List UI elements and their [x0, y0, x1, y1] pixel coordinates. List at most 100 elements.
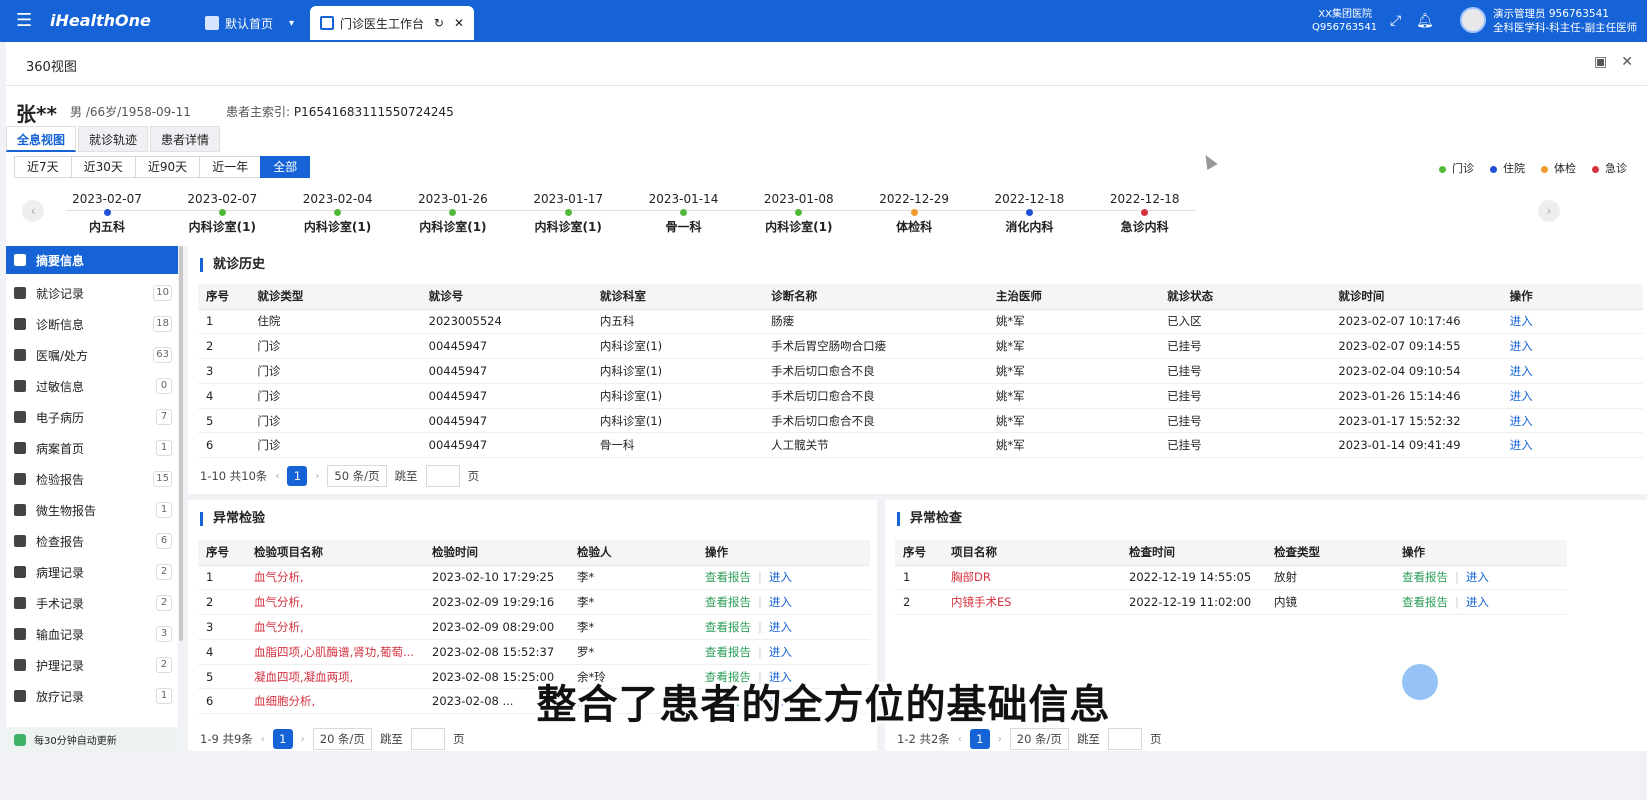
range-90d[interactable]: 近90天: [134, 156, 201, 178]
item-name-link[interactable]: 血气分析,: [246, 565, 424, 591]
sidebar-item[interactable]: 病案首页 1: [6, 434, 178, 462]
timeline-node[interactable]: 2022-12-29 体检科: [859, 192, 969, 235]
timeline-node[interactable]: 2023-02-07 内五科: [52, 192, 162, 235]
table-row[interactable]: 3 门诊 00445947 内科诊室(1) 手术后切口愈合不良 姚*军 已挂号 2023-02…: [198, 358, 1643, 384]
range-7d[interactable]: 近7天: [14, 156, 72, 178]
enter-link[interactable]: 进入: [1466, 570, 1489, 584]
view-report-link[interactable]: 查看报告: [705, 595, 751, 609]
table-row[interactable]: 1 住院 2023005524 内五科 肠瘘 姚*军 已入区 2023-02-07 10:17…: [198, 309, 1643, 335]
abnormal-exam-table: 序号 项目名称 检查时间 检查类型 操作 1 胸部DR 2022-12-19 14:55:05…: [895, 540, 1567, 616]
close-tab-icon[interactable]: ✕: [454, 16, 464, 30]
sidebar-item[interactable]: 就诊记录 10: [6, 279, 178, 307]
chevron-right-icon[interactable]: ›: [315, 471, 319, 482]
pager-current-page[interactable]: 1: [287, 466, 308, 486]
enter-link[interactable]: 进入: [1501, 408, 1643, 434]
timeline-node[interactable]: 2023-02-04 内科诊室(1): [283, 192, 393, 235]
sidebar-item[interactable]: 手术记录 2: [6, 589, 178, 617]
table-row[interactable]: 4 门诊 00445947 内科诊室(1) 手术后切口愈合不良 姚*军 已挂号 2023-01…: [198, 383, 1643, 409]
enter-link[interactable]: 进入: [1501, 358, 1643, 384]
item-name-link[interactable]: 胸部DR: [943, 565, 1121, 591]
chevron-right-icon[interactable]: ›: [998, 734, 1002, 745]
table-row[interactable]: 3 血气分析, 2023-02-09 08:29:00 李* 查看报告 | 进入: [198, 614, 870, 640]
range-1y[interactable]: 近一年: [199, 156, 262, 178]
pager-goto-input[interactable]: [1107, 728, 1142, 750]
menu-icon[interactable]: ☰: [16, 12, 32, 30]
user-info[interactable]: 演示管理员 956763541 全科医学科-科主任-副主任医师: [1493, 7, 1637, 35]
table-row[interactable]: 5 门诊 00445947 内科诊室(1) 手术后切口愈合不良 姚*军 已挂号 2023-01…: [198, 408, 1643, 434]
timeline-next-button[interactable]: ›: [1538, 200, 1560, 222]
sidebar-item[interactable]: 过敏信息 0: [6, 372, 178, 400]
fullscreen-icon[interactable]: ⤢: [1390, 13, 1401, 29]
table-row[interactable]: 6 门诊 00445947 骨一科 人工髋关节 姚*军 已挂号 2023-01-14 09:4…: [198, 432, 1643, 459]
sidebar-item[interactable]: 检查报告 6: [6, 527, 178, 555]
range-all[interactable]: 全部: [260, 156, 311, 178]
table-row[interactable]: 4 血脂四项,心肌酶谱,肾功,葡萄... 2023-02-08 15:52:37 罗*…: [198, 639, 870, 665]
sidebar-item[interactable]: 输血记录 3: [6, 620, 178, 648]
chevron-left-icon[interactable]: ‹: [261, 734, 265, 745]
view-report-link[interactable]: 查看报告: [1402, 595, 1448, 609]
table-row[interactable]: 2 门诊 00445947 内科诊室(1) 手术后胃空肠吻合口瘘 姚*军 已挂号 2023-0…: [198, 333, 1643, 360]
bell-icon[interactable]: 🔔︎: [1416, 13, 1434, 29]
sidebar-item[interactable]: 电子病历 7: [6, 403, 178, 431]
tab-visit-track[interactable]: 就诊轨迹: [78, 126, 149, 152]
maximize-icon[interactable]: ▣: [1594, 54, 1607, 70]
pager-size-select[interactable]: 50 条/页: [327, 465, 387, 487]
avatar[interactable]: [1460, 7, 1486, 33]
tab-home[interactable]: 默认首页 ▾: [195, 6, 304, 40]
sidebar-item[interactable]: 微生物报告 1: [6, 496, 178, 524]
enter-link[interactable]: 进入: [769, 620, 792, 634]
enter-link[interactable]: 进入: [1466, 595, 1489, 609]
table-row[interactable]: 1 血气分析, 2023-02-10 17:29:25 李* 查看报告 | 进入: [198, 565, 870, 591]
pager-goto-input[interactable]: [410, 728, 445, 750]
table-row[interactable]: 2 内镜手术ES 2022-12-19 11:02:00 内镜 查看报告 | 进入: [895, 589, 1567, 616]
sidebar-item[interactable]: 检验报告 15: [6, 465, 178, 493]
table-cell: 内科诊室(1): [591, 333, 764, 360]
sidebar-item[interactable]: 摘要信息: [6, 246, 178, 274]
chevron-left-icon[interactable]: ‹: [275, 471, 279, 482]
item-name-link[interactable]: 内镜手术ES: [943, 589, 1121, 616]
table-cell: 00445947: [420, 333, 592, 360]
enter-link[interactable]: 进入: [769, 645, 792, 659]
view-report-link[interactable]: 查看报告: [705, 620, 751, 634]
pager-size-select[interactable]: 20 条/页: [1009, 728, 1069, 750]
enter-link[interactable]: 进入: [1501, 309, 1643, 335]
table-row[interactable]: 1 胸部DR 2022-12-19 14:55:05 放射 查看报告 | 进入: [895, 565, 1567, 591]
tab-holographic-view[interactable]: 全息视图: [6, 126, 77, 152]
view-report-link[interactable]: 查看报告: [705, 645, 751, 659]
sidebar-item[interactable]: 病理记录 2: [6, 558, 178, 586]
pager-size-select[interactable]: 20 条/页: [312, 728, 372, 750]
sidebar-item[interactable]: 医嘱/处方 63: [6, 341, 178, 369]
close-icon[interactable]: ✕: [1621, 54, 1633, 70]
item-name-link[interactable]: 血气分析,: [246, 614, 424, 640]
enter-link[interactable]: 进入: [1501, 383, 1643, 409]
sidebar-item[interactable]: 诊断信息 18: [6, 310, 178, 338]
tab-patient-details[interactable]: 患者详情: [150, 126, 221, 152]
refresh-icon[interactable]: ↻: [434, 16, 444, 30]
enter-link[interactable]: 进入: [769, 570, 792, 584]
pager-goto-input[interactable]: [425, 465, 460, 487]
chevron-right-icon[interactable]: ›: [301, 734, 305, 745]
timeline-node[interactable]: 2022-12-18 急诊内科: [1090, 192, 1200, 235]
table-row[interactable]: 2 血气分析, 2023-02-09 19:29:16 李* 查看报告 | 进入: [198, 589, 870, 616]
timeline-node[interactable]: 2023-01-08 内科诊室(1): [744, 192, 854, 235]
enter-link[interactable]: 进入: [1501, 432, 1643, 459]
timeline-node[interactable]: 2022-12-18 消化内科: [974, 192, 1084, 235]
enter-link[interactable]: 进入: [1501, 333, 1643, 360]
timeline-node[interactable]: 2023-01-26 内科诊室(1): [398, 192, 508, 235]
view-report-link[interactable]: 查看报告: [1402, 570, 1448, 584]
item-name-link[interactable]: 血脂四项,心肌酶谱,肾功,葡萄...: [246, 639, 424, 665]
chevron-left-icon[interactable]: ‹: [958, 734, 962, 745]
tab-doctor-workstation[interactable]: 门诊医生工作台 ↻ ✕: [310, 6, 474, 40]
enter-link[interactable]: 进入: [769, 595, 792, 609]
view-report-link[interactable]: 查看报告: [705, 570, 751, 584]
pager-current-page[interactable]: 1: [272, 729, 293, 749]
chevron-down-icon[interactable]: ▾: [289, 18, 294, 29]
pager-current-page[interactable]: 1: [969, 729, 990, 749]
timeline-node[interactable]: 2023-01-14 骨一科: [629, 192, 739, 235]
sidebar-scrollbar[interactable]: [179, 246, 183, 641]
item-name-link[interactable]: 血气分析,: [246, 589, 424, 616]
range-30d[interactable]: 近30天: [70, 156, 136, 178]
timeline-node[interactable]: 2023-01-17 内科诊室(1): [513, 192, 623, 235]
timeline-node[interactable]: 2023-02-07 内科诊室(1): [167, 192, 277, 235]
timeline-prev-button[interactable]: ‹: [22, 200, 44, 222]
